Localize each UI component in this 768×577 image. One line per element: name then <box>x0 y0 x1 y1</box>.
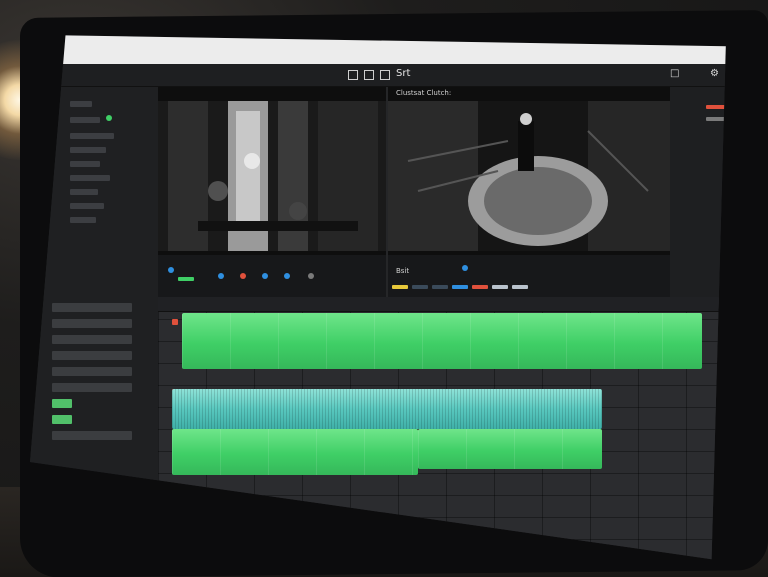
red-swatch <box>472 285 488 289</box>
bin-item-active[interactable] <box>52 415 72 424</box>
program-frame-image <box>388 101 670 251</box>
tree-item[interactable] <box>70 175 110 181</box>
program-viewer[interactable]: Clustsat Clutch: Bsit <box>388 87 670 297</box>
mark-out-icon[interactable] <box>284 273 290 279</box>
square-icon[interactable] <box>380 70 390 80</box>
settings-icon[interactable]: ⚙ <box>710 68 719 79</box>
bin-item[interactable] <box>52 303 132 312</box>
tree-item[interactable] <box>70 117 100 123</box>
track-color-swatch <box>178 277 194 281</box>
source-viewer[interactable] <box>158 87 386 297</box>
program-controls: Bsit <box>388 255 670 297</box>
video-clip[interactable] <box>172 429 418 475</box>
status-dot <box>106 115 112 121</box>
minimize-icon[interactable]: □ <box>670 68 679 79</box>
video-clip[interactable] <box>182 313 702 369</box>
tree-item[interactable] <box>70 147 106 153</box>
gray-swatch <box>412 285 428 289</box>
bin-item-active[interactable] <box>52 399 72 408</box>
blue-swatch <box>452 285 468 289</box>
tree-item[interactable] <box>70 203 104 209</box>
photo-scene: Srt □ ⚙ Clustsat Clutch: Bsit <box>0 0 768 577</box>
program-viewer-label: Clustsat Clutch: <box>396 89 452 97</box>
timeline-ruler[interactable] <box>158 297 726 312</box>
play-icon[interactable] <box>168 267 174 273</box>
tree-item[interactable] <box>70 161 100 167</box>
tree-item[interactable] <box>70 133 114 139</box>
menu-bar: Srt □ ⚙ <box>30 64 726 87</box>
yellow-swatch <box>392 285 408 289</box>
menu-title[interactable]: Srt <box>396 68 410 79</box>
bin-item[interactable] <box>52 431 132 440</box>
step-icon[interactable] <box>308 273 314 279</box>
tree-item[interactable] <box>70 189 98 195</box>
program-timecode: Bsit <box>396 267 410 275</box>
mark-in-icon[interactable] <box>262 273 268 279</box>
play-icon[interactable] <box>462 265 468 271</box>
source-controls <box>158 255 386 297</box>
light-swatch <box>512 285 528 289</box>
track-marker[interactable] <box>172 319 178 325</box>
record-icon[interactable] <box>218 273 224 279</box>
bin-item[interactable] <box>52 367 132 376</box>
video-clip[interactable] <box>418 429 602 469</box>
light-swatch <box>492 285 508 289</box>
bin-item[interactable] <box>52 335 132 344</box>
gray-swatch <box>432 285 448 289</box>
audio-clip[interactable] <box>172 389 602 429</box>
tree-item[interactable] <box>70 217 96 223</box>
square-icon[interactable] <box>348 70 358 80</box>
bin-item[interactable] <box>52 351 132 360</box>
tree-item[interactable] <box>70 101 92 107</box>
bin-item[interactable] <box>52 319 132 328</box>
square-icon[interactable] <box>364 70 374 80</box>
stop-icon[interactable] <box>240 273 246 279</box>
source-frame-image <box>158 101 386 251</box>
bin-item[interactable] <box>52 383 132 392</box>
